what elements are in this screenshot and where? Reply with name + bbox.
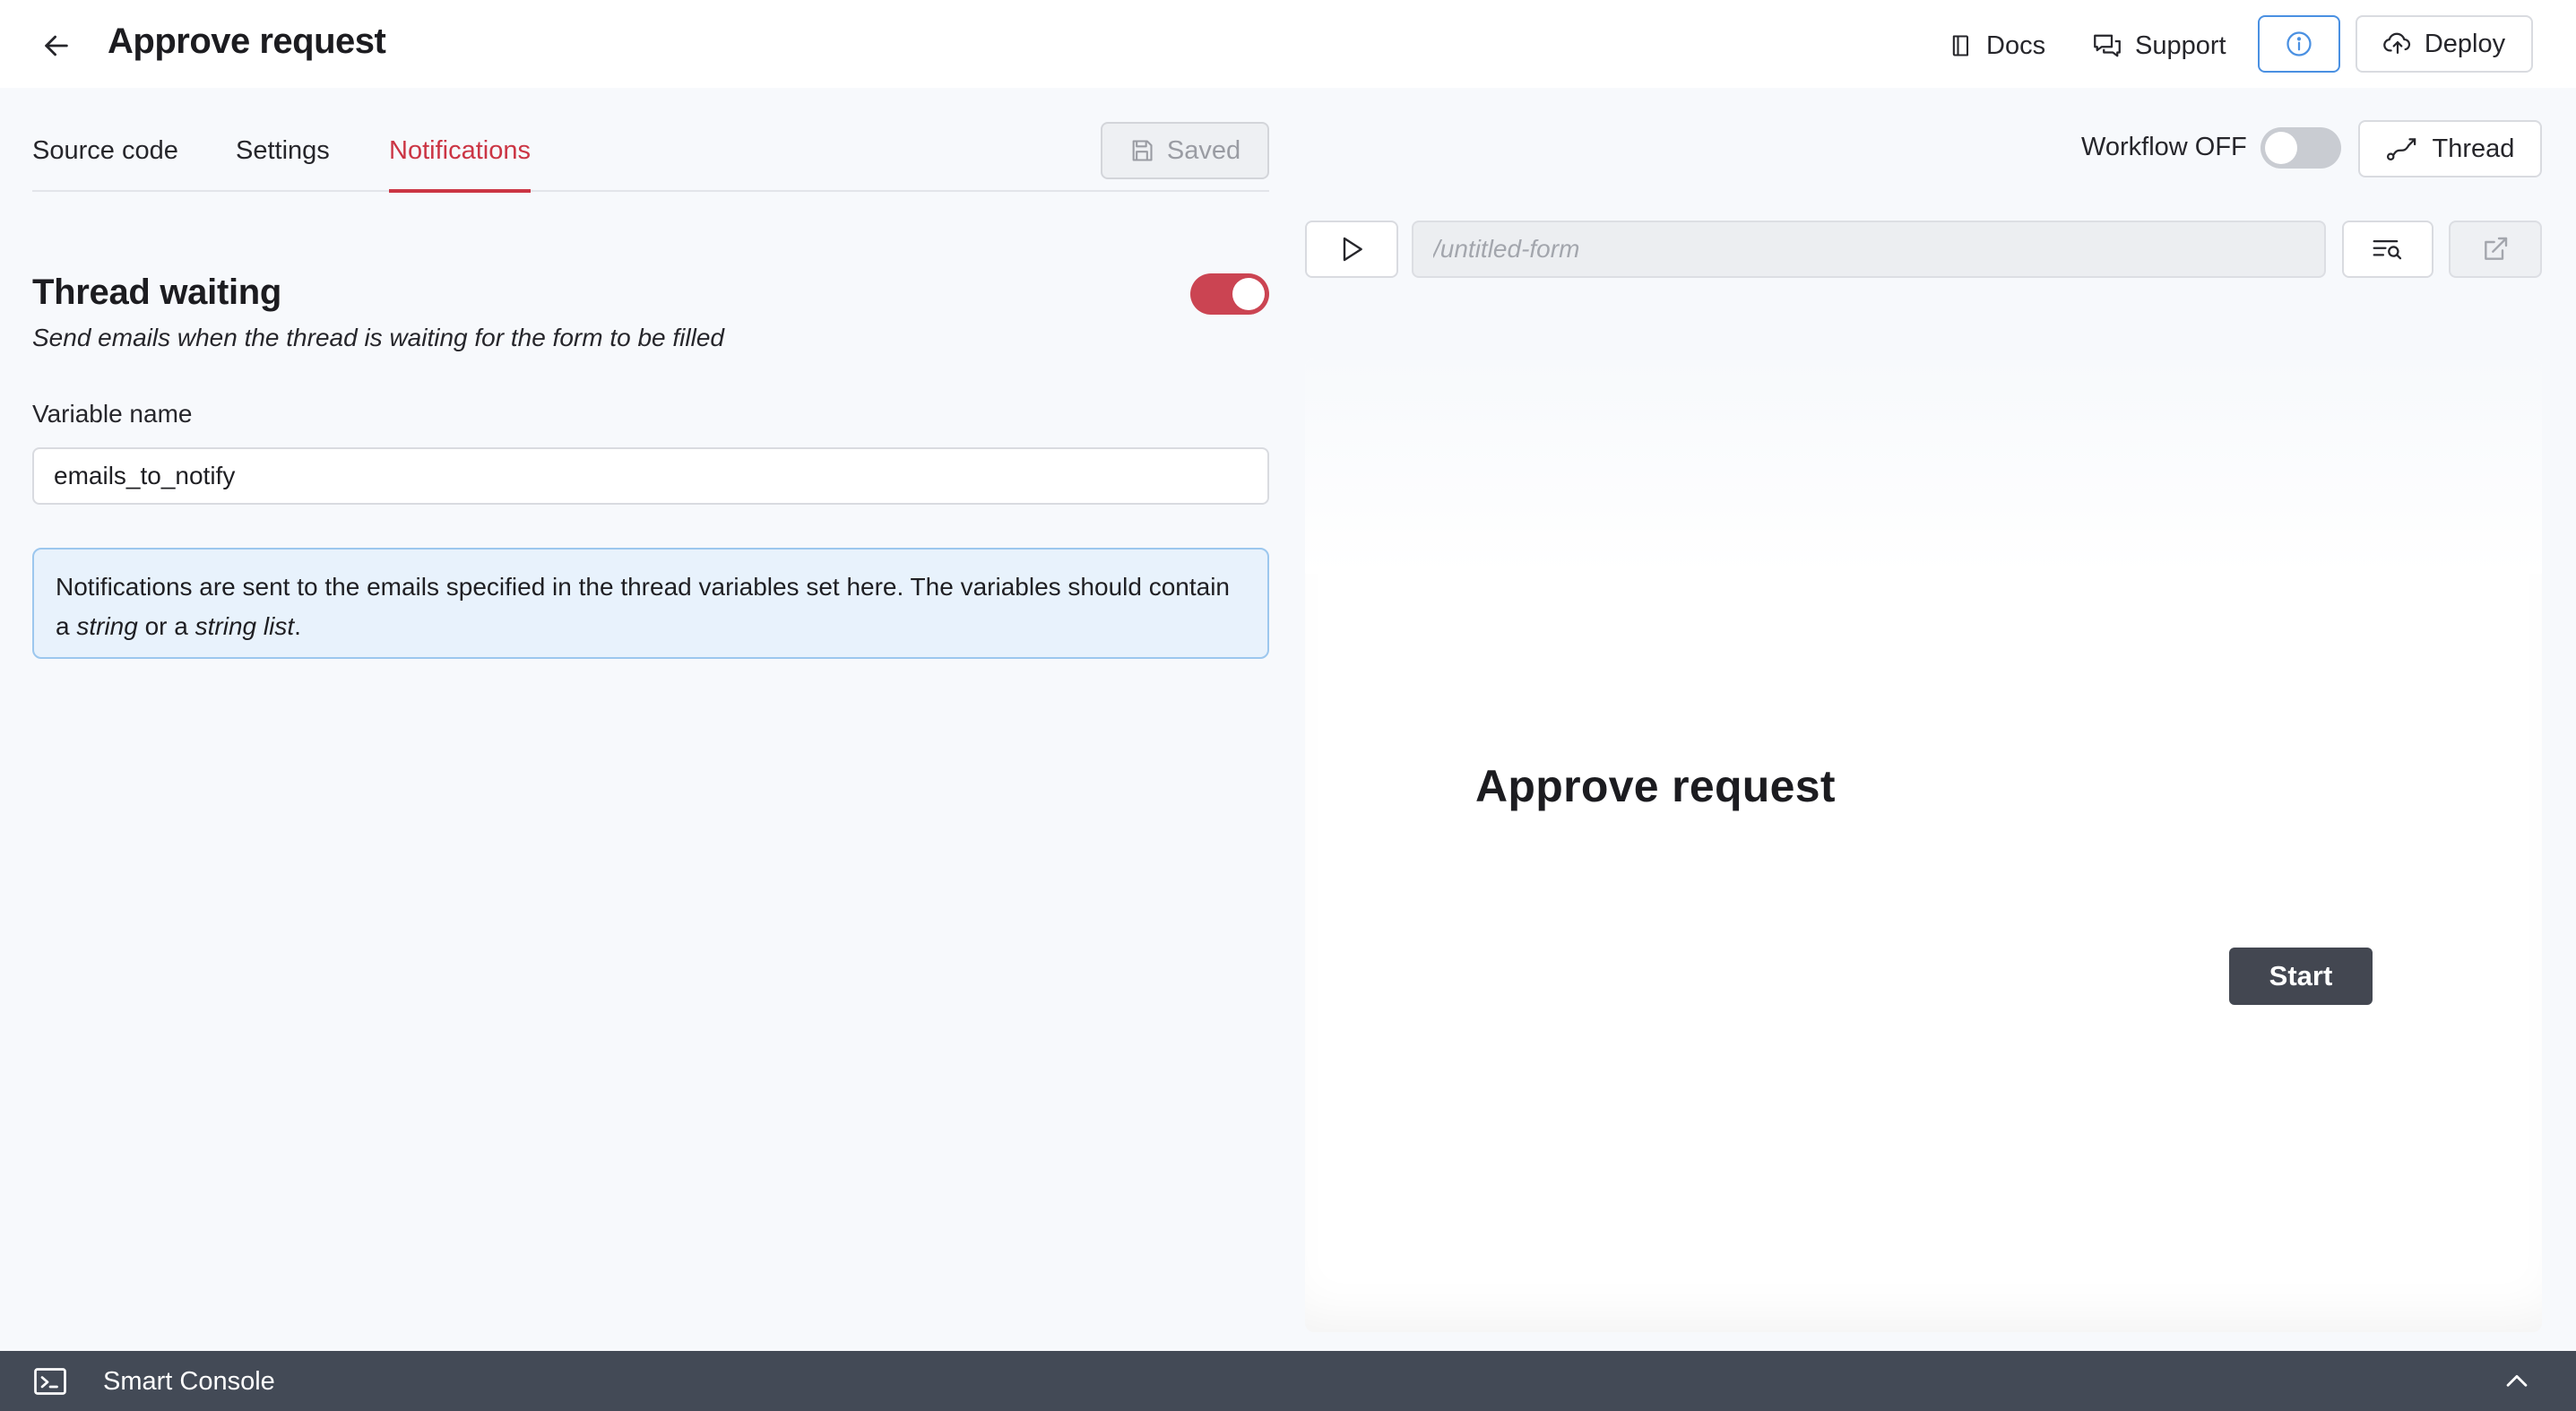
form-preview: Approve request Start: [1305, 359, 2542, 1332]
deploy-label: Deploy: [2424, 29, 2506, 58]
section-title: Thread waiting: [32, 273, 282, 312]
back-button[interactable]: [36, 25, 77, 66]
external-link-icon: [2485, 237, 2508, 260]
info-text: or a: [137, 612, 195, 640]
start-button[interactable]: Start: [2229, 948, 2373, 1005]
chevron-up-icon: [2506, 1374, 2528, 1387]
toggle-knob: [2265, 132, 2297, 164]
chat-icon: [2094, 34, 2121, 57]
top-bar: Approve request Docs Support Deploy: [0, 0, 2576, 88]
tab-source-code[interactable]: Source code: [32, 136, 178, 189]
docs-label: Docs: [1986, 30, 2046, 60]
docs-link[interactable]: Docs: [1949, 25, 2045, 66]
info-text: .: [294, 612, 301, 640]
page-title: Approve request: [108, 22, 386, 61]
thread-button[interactable]: Thread: [2358, 120, 2542, 177]
arrow-left-icon: [45, 35, 68, 56]
deploy-button[interactable]: Deploy: [2356, 15, 2533, 73]
info-emphasis-string-list: string list: [194, 612, 295, 640]
support-label: Support: [2135, 30, 2226, 60]
tab-notifications[interactable]: Notifications: [389, 136, 531, 193]
list-search-button[interactable]: [2342, 221, 2433, 278]
form-title: Approve request: [1475, 761, 1836, 811]
section-subtitle: Send emails when the thread is waiting f…: [32, 324, 724, 351]
workflow-status-label: Workflow OFF: [2081, 133, 2247, 161]
info-callout: Notifications are sent to the emails spe…: [32, 548, 1269, 659]
workflow-toggle[interactable]: [2260, 127, 2341, 169]
terminal-icon: [34, 1368, 66, 1395]
form-path-input[interactable]: [1412, 221, 2326, 278]
support-link[interactable]: Support: [2092, 25, 2226, 66]
thread-label: Thread: [2432, 134, 2515, 163]
info-emphasis-string: string: [76, 612, 138, 640]
play-icon: [1343, 237, 1362, 262]
editor-tabs: Source code Settings Notifications: [32, 120, 1269, 193]
expand-console-button[interactable]: [2499, 1363, 2535, 1399]
info-icon: [2286, 31, 2312, 56]
smart-console-bar[interactable]: Smart Console: [0, 1351, 2576, 1411]
variable-name-input[interactable]: [32, 447, 1269, 505]
variable-name-label: Variable name: [32, 400, 193, 428]
saved-label: Saved: [1166, 135, 1241, 165]
smart-console-label: Smart Console: [103, 1367, 275, 1396]
tab-settings[interactable]: Settings: [236, 136, 330, 189]
toggle-knob: [1232, 278, 1265, 310]
preview-header-fade: [1305, 359, 2542, 574]
info-button[interactable]: [2258, 15, 2340, 73]
thread-waiting-toggle[interactable]: [1190, 273, 1269, 315]
book-icon: [1952, 35, 1969, 56]
save-icon: [1132, 140, 1153, 161]
cloud-upload-icon: [2383, 32, 2410, 54]
open-external-button[interactable]: [2449, 221, 2542, 278]
run-button[interactable]: [1305, 221, 1398, 278]
thread-icon: [2386, 138, 2416, 160]
list-search-icon: [2373, 239, 2402, 260]
saved-button[interactable]: Saved: [1101, 122, 1269, 179]
